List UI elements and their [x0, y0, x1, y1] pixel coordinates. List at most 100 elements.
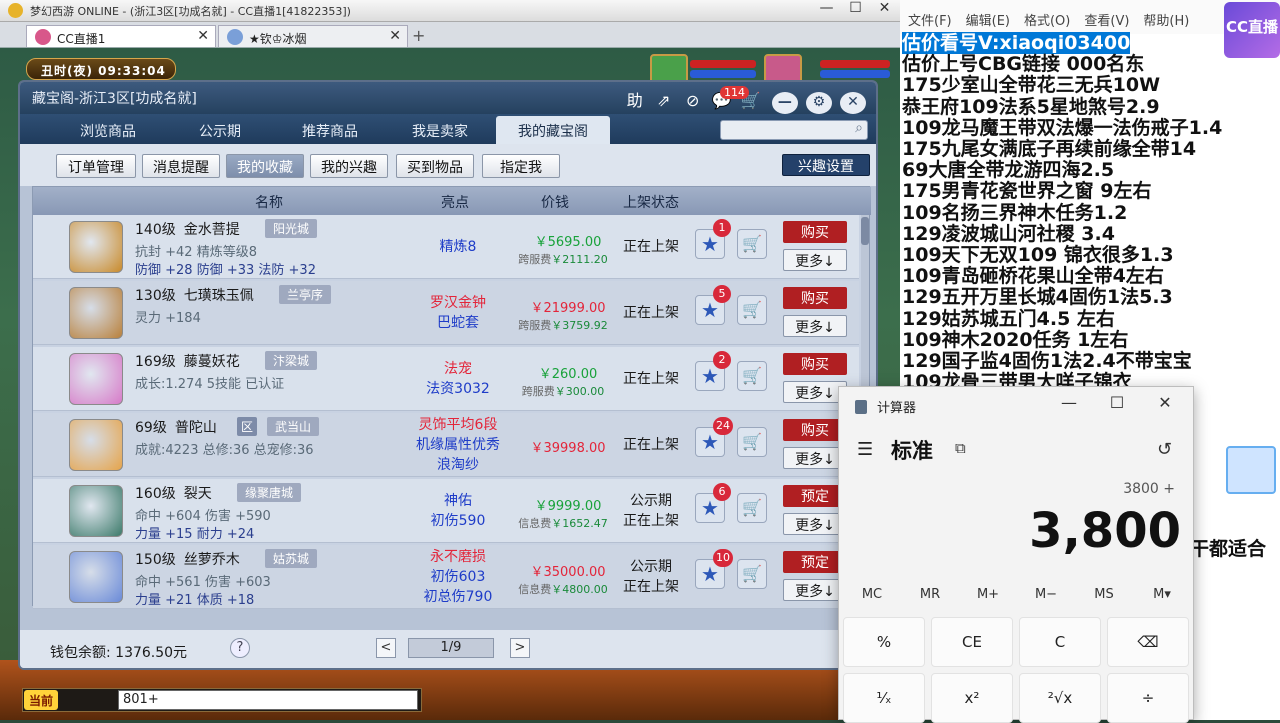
clear-entry-key[interactable]: CE	[931, 617, 1013, 667]
item-level: 150级	[135, 552, 176, 568]
search-input[interactable]: ⌕	[720, 120, 868, 140]
item-image[interactable]	[69, 353, 123, 405]
tab-cc-live[interactable]: CC直播1 ✕	[26, 25, 216, 47]
percent-key[interactable]: %	[843, 617, 925, 667]
close-tab-icon[interactable]: ✕	[389, 28, 401, 44]
scrollbar-thumb[interactable]	[861, 217, 869, 245]
tab-character[interactable]: ★钦♔冰烟 ✕	[218, 25, 408, 47]
tab-browse[interactable]: 浏览商品	[54, 116, 162, 144]
item-image[interactable]	[69, 419, 123, 471]
settings-icon[interactable]: ⚙	[805, 92, 832, 114]
clear-key[interactable]: C	[1019, 617, 1101, 667]
close-tab-icon[interactable]: ✕	[197, 28, 209, 44]
item-level: 140级	[135, 222, 176, 238]
help-icon[interactable]: 助	[622, 87, 648, 110]
add-to-cart-icon[interactable]: 🛒	[737, 361, 767, 391]
item-title[interactable]: 169级 藤蔓妖花	[135, 351, 240, 371]
menu-help[interactable]: 帮助(H)	[1143, 14, 1189, 29]
favorites-button[interactable]: 我的收藏	[226, 154, 304, 178]
memory-store-key[interactable]: MS	[1075, 587, 1133, 602]
chat-input[interactable]: 801+	[118, 690, 418, 710]
memory-list-key[interactable]: M▾	[1133, 587, 1191, 602]
interests-button[interactable]: 我的兴趣	[310, 154, 388, 178]
orders-button[interactable]: 订单管理	[56, 154, 136, 178]
item-image[interactable]	[69, 551, 123, 603]
maximize-button[interactable]: ☐	[841, 0, 870, 16]
item-fee: 信息费￥1652.47	[499, 515, 627, 531]
table-row[interactable]: 150级 丝萝乔木 姑苏城 命中 +561 伤害 +603 力量 +21 体质 +18 永…	[33, 545, 859, 609]
keep-on-top-icon[interactable]: ⧉	[955, 439, 966, 457]
item-title[interactable]: 150级 丝萝乔木	[135, 549, 240, 569]
close-icon[interactable]: ✕	[840, 92, 866, 114]
item-title[interactable]: 160级 裂天	[135, 483, 212, 503]
table-row[interactable]: 130级 七璜珠玉佩 兰亭序 灵力 +184 罗汉金钟 巴蛇套 ￥21999.00 跨服费￥3…	[33, 281, 859, 345]
menu-file[interactable]: 文件(F)	[908, 14, 952, 29]
search-icon[interactable]: ⌕	[855, 120, 863, 136]
highlight-text: 法资3032	[426, 381, 490, 397]
table-row[interactable]: 69级 普陀山 区武当山 成就:4223 总修:36 总宠修:36 灵饰平均6段 机缘属性…	[33, 413, 859, 477]
history-icon[interactable]: ↺	[1157, 439, 1172, 460]
close-button[interactable]: ✕	[1141, 393, 1189, 412]
hamburger-menu-icon[interactable]: ☰	[857, 439, 873, 460]
prev-page-button[interactable]: <	[376, 638, 396, 658]
square-key[interactable]: x²	[931, 673, 1013, 723]
memory-clear-key[interactable]: MC	[843, 587, 901, 602]
buy-button[interactable]: 购买	[783, 353, 847, 375]
item-price: ￥35000.00	[530, 565, 606, 580]
assigned-button[interactable]: 指定我	[482, 154, 560, 178]
add-to-cart-icon[interactable]: 🛒	[737, 229, 767, 259]
column-price[interactable]: 价钱	[541, 192, 569, 212]
tab-recommend[interactable]: 推荐商品	[276, 116, 384, 144]
side-thumbnail[interactable]	[1226, 446, 1276, 494]
listing-status: 正在上架	[623, 239, 679, 255]
purchased-button[interactable]: 买到物品	[396, 154, 474, 178]
more-button[interactable]: 更多↓	[783, 315, 847, 337]
column-status[interactable]: 上架状态	[623, 192, 679, 212]
item-title[interactable]: 140级 金水菩提	[135, 219, 240, 239]
minimize-icon[interactable]: —	[771, 92, 798, 114]
menu-edit[interactable]: 编辑(E)	[966, 14, 1010, 29]
memory-recall-key[interactable]: MR	[901, 587, 959, 602]
interest-settings-button[interactable]: 兴趣设置	[782, 154, 870, 176]
tab-my-pavilion[interactable]: 我的藏宝阁	[496, 116, 610, 144]
maximize-button[interactable]: ☐	[1093, 393, 1141, 412]
chat-channel-button[interactable]: 当前	[24, 690, 58, 710]
close-button[interactable]: ✕	[870, 0, 899, 16]
item-title[interactable]: 69级 普陀山	[135, 417, 217, 437]
help-button[interactable]: ?	[230, 638, 250, 658]
minimize-button[interactable]: —	[812, 0, 841, 16]
table-row[interactable]: 140级 金水菩提 阳光城 抗封 +42 精炼等级8 防御 +28 防御 +33 法防 …	[33, 215, 859, 279]
item-title[interactable]: 130级 七璜珠玉佩	[135, 285, 254, 305]
reciprocal-key[interactable]: ¹⁄ₓ	[843, 673, 925, 723]
notifications-button[interactable]: 消息提醒	[142, 154, 220, 178]
tab-public[interactable]: 公示期	[166, 116, 274, 144]
minimize-button[interactable]: —	[1045, 393, 1093, 412]
buy-button[interactable]: 购买	[783, 287, 847, 309]
share-icon[interactable]: ⇗	[651, 91, 677, 113]
item-image[interactable]	[69, 485, 123, 537]
menu-format[interactable]: 格式(O)	[1024, 14, 1070, 29]
buy-button[interactable]: 购买	[783, 221, 847, 243]
add-to-cart-icon[interactable]: 🛒	[737, 559, 767, 589]
table-row[interactable]: 160级 裂天 缘聚唐城 命中 +604 伤害 +590 力量 +15 耐力 +24 神佑…	[33, 479, 859, 543]
add-to-cart-icon[interactable]: 🛒	[737, 295, 767, 325]
item-image[interactable]	[69, 221, 123, 273]
table-row[interactable]: 169级 藤蔓妖花 汴梁城 成长:1.274 5技能 已认证 法宠 法资3032 ￥260.…	[33, 347, 859, 411]
item-image[interactable]	[69, 287, 123, 339]
add-to-cart-icon[interactable]: 🛒	[737, 493, 767, 523]
backspace-key[interactable]: ⌫	[1107, 617, 1189, 667]
more-button[interactable]: 更多↓	[783, 249, 847, 271]
next-page-button[interactable]: >	[510, 638, 530, 658]
add-to-cart-icon[interactable]: 🛒	[737, 427, 767, 457]
menu-view[interactable]: 查看(V)	[1084, 14, 1129, 29]
block-icon[interactable]: ⊘	[680, 91, 706, 113]
new-tab-button[interactable]: +	[412, 26, 425, 45]
tab-seller[interactable]: 我是卖家	[386, 116, 494, 144]
column-name[interactable]: 名称	[255, 192, 283, 212]
pet-hp-bar	[690, 60, 756, 68]
square-root-key[interactable]: ²√x	[1019, 673, 1101, 723]
memory-subtract-key[interactable]: M−	[1017, 587, 1075, 602]
column-highlight[interactable]: 亮点	[441, 192, 469, 212]
divide-key[interactable]: ÷	[1107, 673, 1189, 723]
memory-add-key[interactable]: M+	[959, 587, 1017, 602]
